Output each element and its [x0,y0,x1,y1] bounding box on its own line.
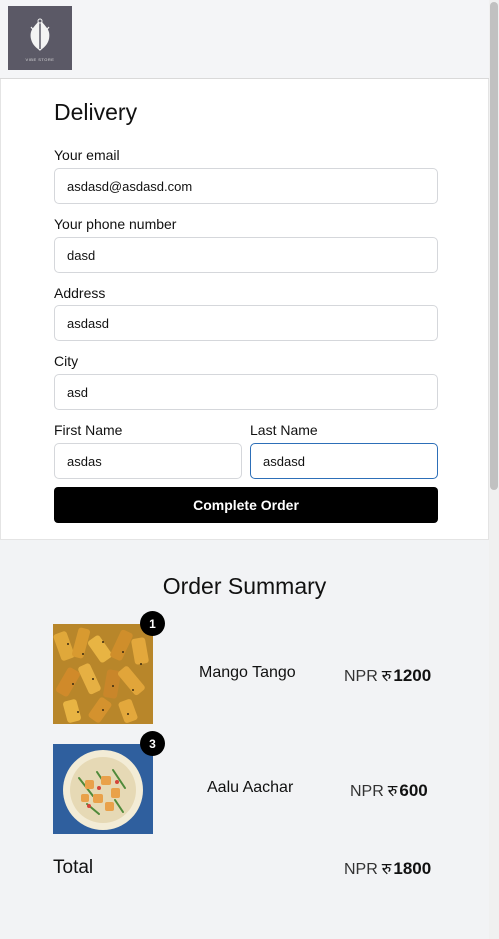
address-label: Address [54,285,106,301]
delivery-section: Delivery Your email Your phone number Ad… [0,79,489,540]
city-label: City [54,353,79,369]
address-field[interactable] [54,305,438,341]
price-currency: NPR [344,668,378,685]
item-name: Aalu Aachar [207,779,294,796]
last-name-label: Last Name [250,422,318,438]
email-label: Your email [54,147,120,163]
item-quantity-badge: 1 [140,611,165,636]
total-label: Total [53,857,94,878]
site-header: VIBE STORE [0,0,489,79]
phone-label: Your phone number [54,216,177,232]
logo-text: VIBE STORE [25,56,55,62]
store-logo[interactable]: VIBE STORE [8,6,72,70]
item-price: NPR रु 1200 [344,664,431,686]
city-field[interactable] [54,374,438,410]
leaf-logo-icon [30,18,50,51]
delivery-title: Delivery [54,99,138,125]
rupee-symbol: रु [387,781,398,800]
potato-pickle-photo [53,744,153,834]
first-name-field[interactable] [54,443,242,479]
item-quantity-badge: 3 [140,731,165,756]
complete-order-button[interactable]: Complete Order [54,487,438,523]
price-amount: 1200 [393,666,432,685]
rupee-symbol: रु [381,859,392,878]
phone-field[interactable] [54,237,438,273]
price-currency: NPR [350,783,384,800]
item-price: NPR रु 600 [350,779,428,801]
last-name-field[interactable] [250,443,438,479]
order-summary-title: Order Summary [162,573,327,599]
price-currency: NPR [344,861,378,878]
email-field[interactable] [54,168,438,204]
page-scrollbar[interactable] [489,0,499,939]
total-price: NPR रु 1800 [344,857,431,879]
scrollbar-thumb[interactable] [490,2,498,490]
mango-pickle-photo [53,624,153,724]
first-name-label: First Name [54,422,123,438]
rupee-symbol: रु [381,666,392,685]
total-amount: 1800 [393,859,432,878]
price-amount: 600 [399,781,428,800]
item-name: Mango Tango [199,664,296,681]
